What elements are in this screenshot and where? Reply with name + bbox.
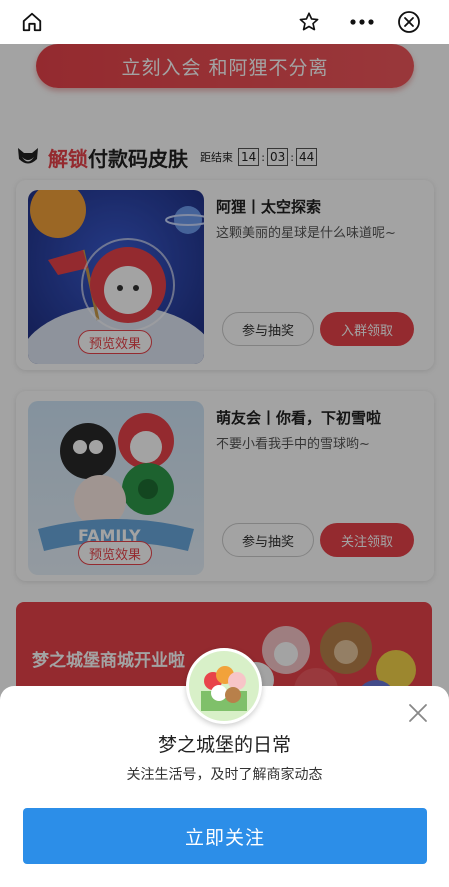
- close-icon[interactable]: [407, 702, 429, 724]
- more-button[interactable]: [345, 5, 379, 39]
- favorite-button[interactable]: [292, 5, 326, 39]
- sheet-title: 梦之城堡的日常: [157, 734, 291, 756]
- avatar-illustration: [189, 651, 259, 721]
- account-avatar: [186, 648, 262, 724]
- close-circle-icon: [398, 11, 420, 33]
- close-page-button[interactable]: [392, 5, 426, 39]
- home-icon: [22, 12, 42, 32]
- top-nav-bar: [0, 0, 449, 44]
- home-button[interactable]: [15, 5, 49, 39]
- star-icon: [299, 12, 319, 31]
- sheet-subtitle: 关注生活号，及时了解商家动态: [126, 767, 323, 783]
- follow-now-button[interactable]: 立即关注: [23, 808, 427, 864]
- more-icon: [350, 19, 374, 25]
